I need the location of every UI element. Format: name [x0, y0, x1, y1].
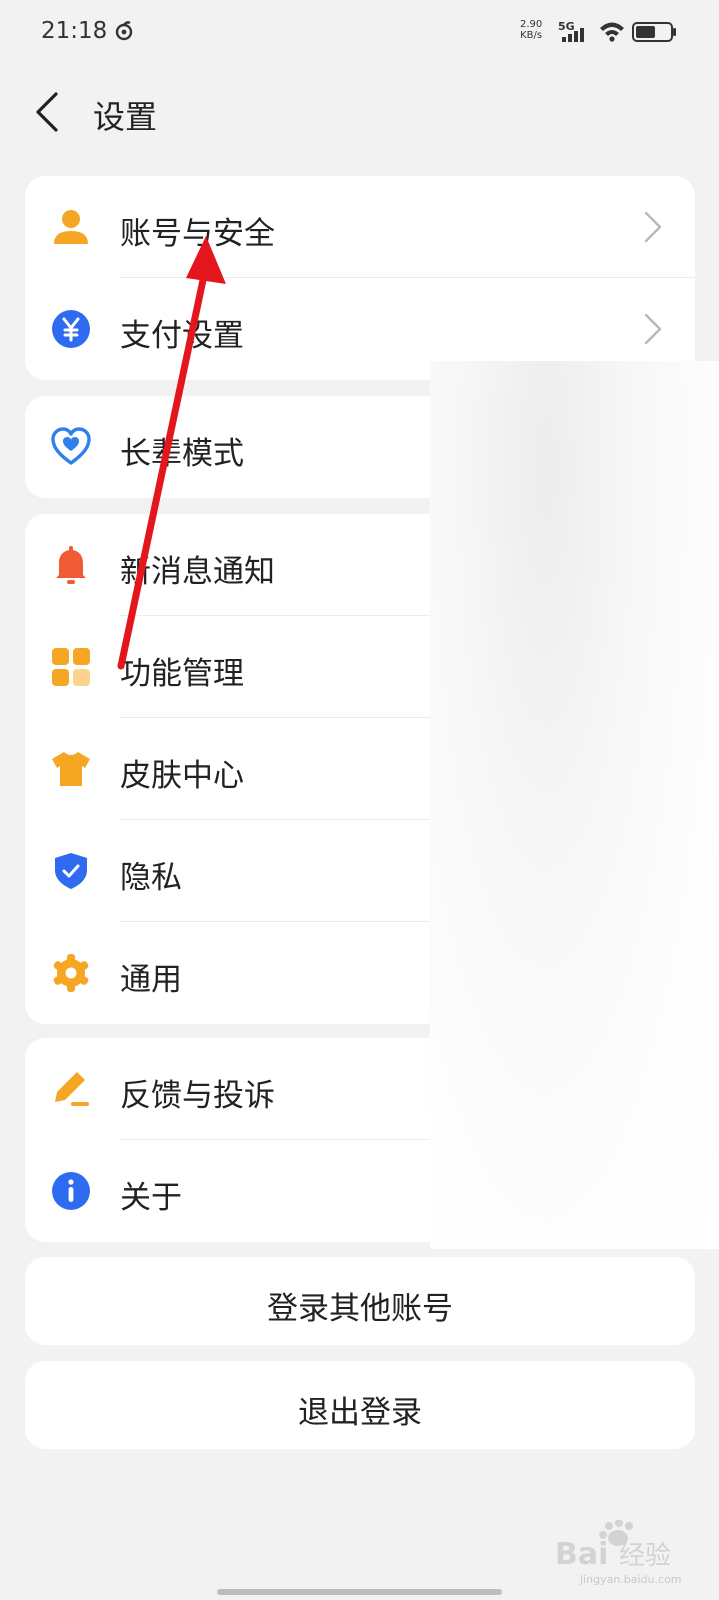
home-indicator[interactable] [217, 1589, 502, 1595]
bell-icon [56, 546, 86, 584]
chevron-left-icon[interactable] [26, 88, 72, 136]
logout-label: 退出登录 [298, 1395, 422, 1431]
network-type-label: 5G [558, 20, 575, 33]
watermark-url: jingyan.baidu.com [580, 1573, 682, 1586]
tshirt-icon [52, 752, 90, 786]
overlay-panel [430, 361, 719, 1249]
network-speed-value: 2.90 [520, 19, 543, 30]
settings-item-label: 隐私 [120, 860, 182, 896]
settings-item-label: 反馈与投诉 [120, 1078, 275, 1114]
nav-bar: 设置 [0, 80, 719, 144]
shield-icon [55, 853, 87, 889]
chevron-right-icon [644, 211, 662, 243]
settings-item-label: 账号与安全 [120, 216, 275, 252]
heart-icon [51, 427, 91, 465]
status-time: 21:18 [41, 18, 108, 44]
watermark-brand: Bai [555, 1537, 608, 1570]
settings-item-label: 通用 [120, 962, 182, 998]
settings-item-label: 新消息通知 [120, 554, 275, 590]
gear-icon [53, 954, 89, 992]
settings-item-account-security[interactable]: 账号与安全 [25, 176, 695, 278]
baidu-watermark-logo: Bai 经验 [555, 1520, 671, 1570]
battery-icon [632, 22, 676, 42]
app-notification-icon [115, 21, 133, 41]
wifi-icon [600, 22, 624, 42]
grid-icon [52, 648, 90, 686]
network-speed: 2.90 KB/s [520, 19, 542, 41]
status-bar: 21:18 2.90 KB/s 5G [0, 0, 719, 64]
watermark-brand-suffix: 经验 [619, 1541, 671, 1570]
page-title: 设置 [93, 98, 158, 136]
pencil-icon [55, 1072, 89, 1106]
logout-button[interactable]: 退出登录 [25, 1361, 695, 1449]
settings-item-label: 支付设置 [120, 318, 244, 354]
signal-5g-icon: 5G [558, 20, 584, 42]
switch-account-button[interactable]: 登录其他账号 [25, 1257, 695, 1345]
settings-item-label: 功能管理 [120, 656, 244, 692]
info-icon [52, 1172, 90, 1210]
settings-item-label: 皮肤中心 [120, 758, 244, 794]
settings-item-label: 长辈模式 [120, 436, 244, 472]
network-speed-unit: KB/s [520, 30, 543, 41]
person-icon [54, 210, 88, 244]
chevron-right-icon [644, 313, 662, 345]
yuan-icon [52, 310, 90, 348]
settings-group-account: 账号与安全 支付设置 [25, 176, 695, 380]
switch-account-label: 登录其他账号 [267, 1291, 453, 1327]
settings-item-label: 关于 [120, 1180, 182, 1216]
